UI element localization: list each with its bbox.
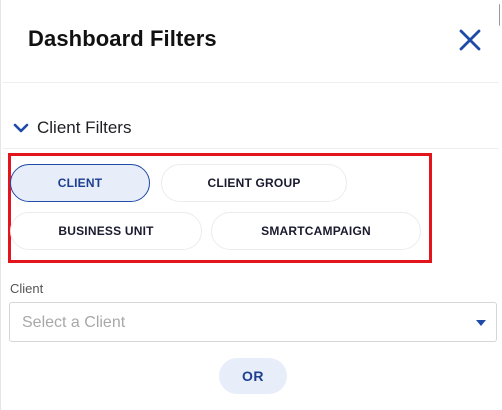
chip-client-group[interactable]: CLIENT GROUP: [161, 164, 347, 202]
chevron-down-icon: [13, 123, 29, 133]
dropdown-caret-icon: [476, 320, 486, 326]
or-separator: OR: [219, 358, 287, 394]
page-title: Dashboard Filters: [28, 26, 217, 51]
client-select[interactable]: Select a Client: [9, 302, 497, 342]
section-label: Client Filters: [37, 118, 132, 137]
dashboard-filters-panel: Dashboard Filters Client Filters CLIENT …: [3, 0, 499, 410]
panel-left-border: [0, 0, 1, 410]
close-button[interactable]: [455, 25, 485, 55]
chip-smartcampaign[interactable]: SMARTCAMPAIGN: [211, 212, 421, 250]
client-select-placeholder: Select a Client: [22, 314, 126, 331]
client-filters-section-toggle[interactable]: Client Filters: [11, 113, 131, 143]
panel-header: Dashboard Filters: [3, 0, 499, 83]
chip-business-unit[interactable]: BUSINESS UNIT: [10, 212, 202, 250]
close-icon: [459, 29, 481, 51]
divider: [3, 148, 499, 149]
client-field-label: Client: [10, 281, 44, 296]
chip-client[interactable]: CLIENT: [10, 164, 150, 202]
